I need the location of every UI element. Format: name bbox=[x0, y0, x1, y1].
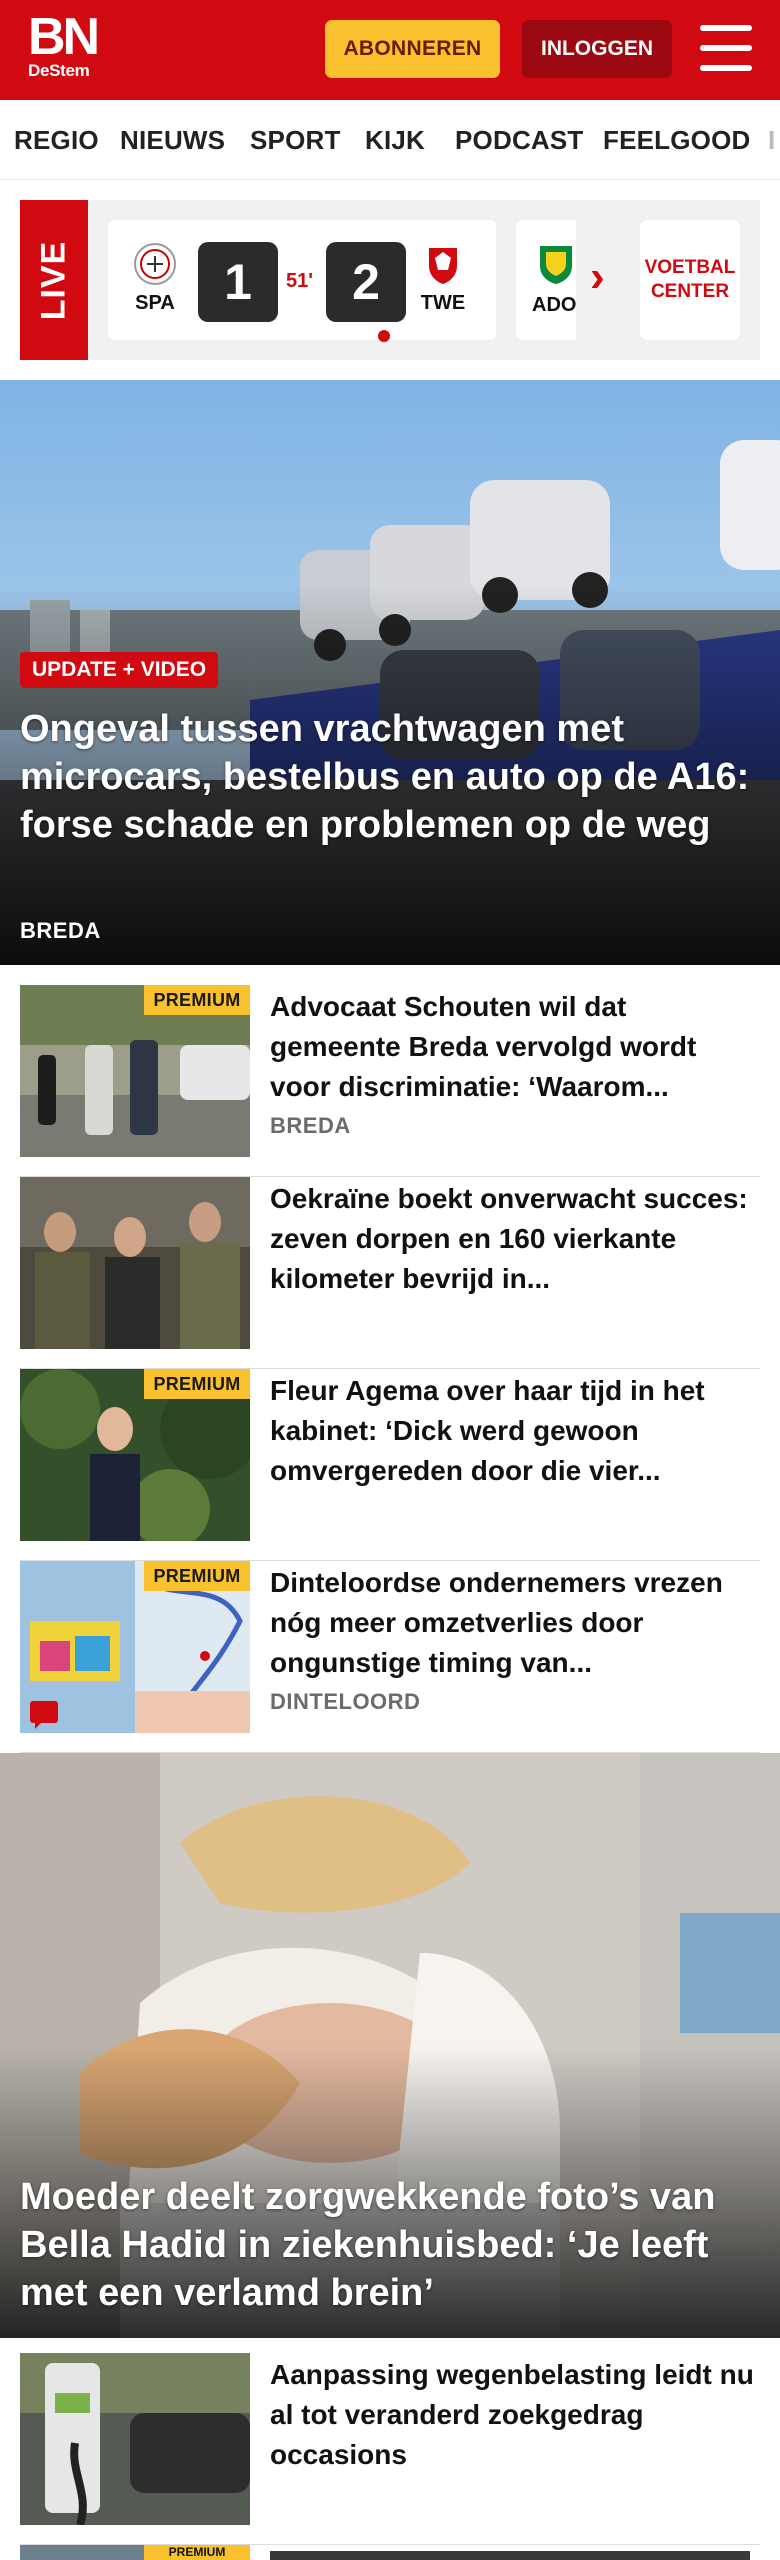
article-title[interactable]: Dinteloordse ondernemers vrezen nóg meer… bbox=[270, 1563, 760, 1683]
goal-indicator bbox=[378, 330, 390, 342]
comment-icon bbox=[30, 1701, 58, 1729]
nav-item-kijk[interactable]: KIJK bbox=[365, 100, 425, 179]
article-title[interactable]: Advocaat Schouten wil dat gemeente Breda… bbox=[270, 987, 760, 1107]
hero-location: BREDA bbox=[20, 918, 101, 943]
article-title-partial bbox=[270, 2551, 750, 2560]
section-nav: REGIO NIEUWS SPORT KIJK PODCAST FEELGOOD… bbox=[0, 100, 780, 180]
premium-badge: PREMIUM bbox=[144, 2545, 250, 2560]
nav-item-partial[interactable]: I bbox=[768, 100, 775, 179]
article-title[interactable]: Oekraïne boekt onverwacht succes: zeven … bbox=[270, 1179, 760, 1299]
match-card[interactable]: SPA 1 51' 2 TWE bbox=[108, 220, 496, 342]
sparta-crest-icon bbox=[134, 243, 176, 285]
article-item[interactable]: Oekraïne boekt onverwacht succes: zeven … bbox=[20, 1177, 760, 1369]
premium-badge: PREMIUM bbox=[144, 985, 250, 1015]
article-location: BREDA bbox=[270, 1113, 351, 1138]
article-item[interactable]: PREMIUM Advocaat Schouten wil dat gemeen… bbox=[20, 985, 760, 1177]
match-minute: 51' bbox=[286, 270, 314, 292]
home-club: SPA bbox=[128, 242, 182, 315]
logo-sub-text: DeStem bbox=[28, 61, 90, 80]
premium-badge: PREMIUM bbox=[144, 1369, 250, 1399]
nav-item-nieuws[interactable]: NIEUWS bbox=[120, 100, 225, 179]
nav-item-regio[interactable]: REGIO bbox=[14, 100, 99, 179]
login-button[interactable]: INLOGGEN bbox=[522, 20, 672, 78]
article-item[interactable]: Aanpassing wegenbelasting leidt nu al to… bbox=[20, 2353, 760, 2545]
nav-item-sport[interactable]: SPORT bbox=[250, 100, 341, 179]
hero-tag: UPDATE + VIDEO bbox=[20, 652, 219, 688]
article-item[interactable]: PREMIUM Fleur Agema over haar tijd in he… bbox=[20, 1369, 760, 1561]
premium-badge: PREMIUM bbox=[144, 1561, 250, 1591]
live-score-ticker: LIVE SPA 1 51' 2 TWE ADO › VOETBAL CENTE… bbox=[20, 200, 760, 360]
article-item-partial[interactable]: PREMIUM bbox=[20, 2545, 760, 2560]
article-item[interactable]: PREMIUM Dinteloordse ondernemers vrezen … bbox=[20, 1561, 760, 1753]
away-club: TWE bbox=[416, 242, 470, 315]
ado-crest-icon bbox=[540, 246, 572, 284]
home-score: 1 bbox=[198, 242, 278, 322]
home-club-name: SPA bbox=[135, 292, 175, 314]
hero-article[interactable]: UPDATE + VIDEO Ongeval tussen vrachtwage… bbox=[0, 380, 780, 965]
voetbal-center-link[interactable]: VOETBAL CENTER bbox=[640, 220, 740, 340]
article-thumbnail bbox=[20, 2353, 250, 2525]
nav-item-podcast[interactable]: PODCAST bbox=[455, 100, 584, 179]
featured-title[interactable]: Moeder deelt zorgwekkende foto’s van Bel… bbox=[20, 2173, 765, 2317]
chevron-right-icon[interactable]: › bbox=[590, 255, 605, 299]
twente-crest-icon bbox=[429, 248, 457, 284]
live-label[interactable]: LIVE bbox=[20, 200, 88, 360]
logo-main-text: BN bbox=[28, 8, 100, 66]
away-score: 2 bbox=[326, 242, 406, 322]
article-title[interactable]: Aanpassing wegenbelasting leidt nu al to… bbox=[270, 2355, 760, 2475]
article-title[interactable]: Fleur Agema over haar tijd in het kabine… bbox=[270, 1371, 760, 1491]
article-location: DINTELOORD bbox=[270, 1689, 421, 1714]
next-match-card[interactable]: ADO bbox=[516, 220, 576, 340]
away-club-name: TWE bbox=[420, 292, 466, 314]
menu-icon[interactable] bbox=[700, 25, 752, 71]
featured-article[interactable]: Moeder deelt zorgwekkende foto’s van Bel… bbox=[0, 1753, 780, 2338]
article-thumbnail bbox=[20, 1177, 250, 1349]
nav-item-feelgood[interactable]: FEELGOOD bbox=[603, 100, 751, 179]
next-match-club-name: ADO bbox=[532, 294, 576, 316]
hero-title[interactable]: Ongeval tussen vrachtwagen met microcars… bbox=[20, 705, 760, 849]
bn-destem-logo[interactable]: BN DeStem bbox=[28, 8, 100, 81]
site-header: BN DeStem ABONNEREN INLOGGEN bbox=[0, 0, 780, 100]
subscribe-button[interactable]: ABONNEREN bbox=[325, 20, 500, 78]
